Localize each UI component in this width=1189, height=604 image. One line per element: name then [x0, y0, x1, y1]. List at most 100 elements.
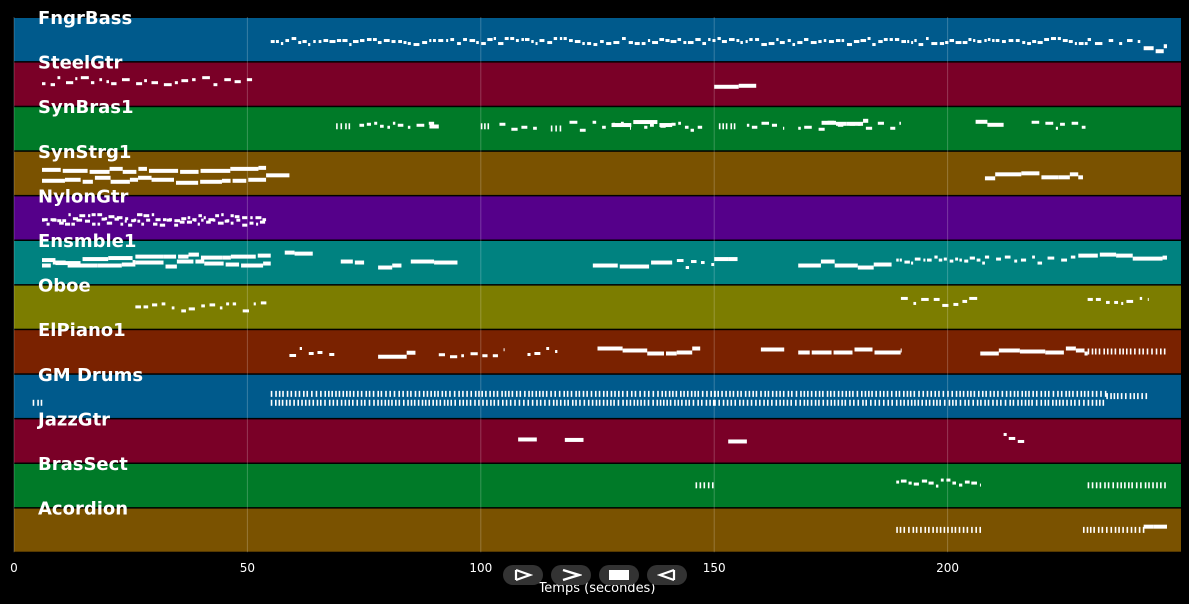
- note: [1091, 348, 1094, 355]
- note: [799, 399, 802, 406]
- note: [841, 399, 843, 406]
- note: [864, 390, 867, 397]
- note: [50, 83, 55, 87]
- note: [570, 390, 573, 397]
- note: [236, 218, 241, 222]
- note: [804, 38, 809, 42]
- note: [242, 216, 248, 220]
- note: [194, 218, 197, 222]
- note: [449, 355, 458, 359]
- forward-button[interactable]: [551, 565, 591, 585]
- note: [344, 399, 347, 406]
- note: [1128, 482, 1130, 489]
- note: [418, 390, 421, 397]
- note: [174, 219, 181, 223]
- note: [1005, 390, 1008, 397]
- note: [928, 481, 934, 485]
- note: [688, 399, 691, 406]
- note: [462, 390, 464, 397]
- note-group-2-2: [429, 124, 439, 129]
- track-lane-11: [14, 508, 1181, 552]
- note: [366, 38, 372, 42]
- note: [222, 255, 231, 260]
- note: [535, 42, 538, 46]
- note: [702, 42, 707, 46]
- note: [564, 437, 584, 442]
- note: [971, 526, 973, 533]
- note: [511, 390, 514, 397]
- note: [967, 399, 970, 406]
- note: [853, 40, 860, 44]
- note: [552, 399, 555, 406]
- note: [587, 42, 592, 46]
- note: [201, 218, 204, 222]
- note: [694, 390, 696, 397]
- note: [744, 390, 747, 397]
- note: [487, 123, 490, 130]
- note: [518, 437, 537, 442]
- note: [550, 390, 552, 397]
- note: [647, 390, 650, 397]
- note: [764, 390, 766, 397]
- note: [915, 526, 918, 533]
- note: [621, 390, 624, 397]
- note: [681, 399, 683, 406]
- note: [992, 39, 995, 43]
- note: [482, 399, 484, 406]
- note: [725, 390, 727, 397]
- note: [951, 390, 954, 397]
- note: [1009, 399, 1011, 406]
- note: [1134, 526, 1137, 533]
- note: [353, 40, 359, 44]
- note: [306, 390, 309, 397]
- note: [846, 121, 864, 126]
- note: [298, 41, 302, 45]
- play-button[interactable]: [503, 565, 543, 585]
- note: [1104, 390, 1107, 397]
- note: [443, 399, 446, 406]
- note: [1091, 390, 1094, 397]
- note: [939, 399, 941, 406]
- note: [1045, 350, 1064, 355]
- note: [1160, 482, 1162, 489]
- note: [899, 121, 901, 125]
- note: [1020, 258, 1027, 262]
- note: [368, 390, 371, 397]
- note: [1068, 40, 1073, 44]
- note: [1110, 393, 1112, 400]
- note: [1017, 390, 1019, 397]
- note: [626, 399, 628, 406]
- note: [511, 127, 518, 131]
- note: [863, 118, 869, 123]
- note: [90, 81, 95, 85]
- note: [387, 125, 391, 129]
- note: [504, 390, 507, 397]
- note: [163, 83, 172, 87]
- note: [1116, 253, 1133, 258]
- note: [1089, 526, 1092, 533]
- note: [1116, 482, 1119, 489]
- note: [928, 526, 930, 533]
- back-button[interactable]: [647, 565, 687, 585]
- note: [903, 526, 906, 533]
- note: [775, 390, 778, 397]
- note: [586, 390, 588, 397]
- note-group-5-10: [714, 257, 738, 262]
- note-group-2-3: [480, 123, 490, 130]
- note: [740, 390, 742, 397]
- note: [1045, 121, 1054, 125]
- note: [1001, 390, 1004, 397]
- note: [186, 220, 192, 224]
- note: [1119, 42, 1123, 46]
- note: [153, 222, 158, 226]
- note: [722, 123, 724, 130]
- note: [818, 399, 820, 406]
- note: [1014, 259, 1018, 263]
- note: [1070, 255, 1076, 259]
- note: [964, 259, 969, 263]
- note: [65, 81, 74, 85]
- note: [671, 122, 676, 126]
- stop-button[interactable]: [599, 565, 639, 585]
- note: [315, 390, 318, 397]
- note: [925, 37, 929, 41]
